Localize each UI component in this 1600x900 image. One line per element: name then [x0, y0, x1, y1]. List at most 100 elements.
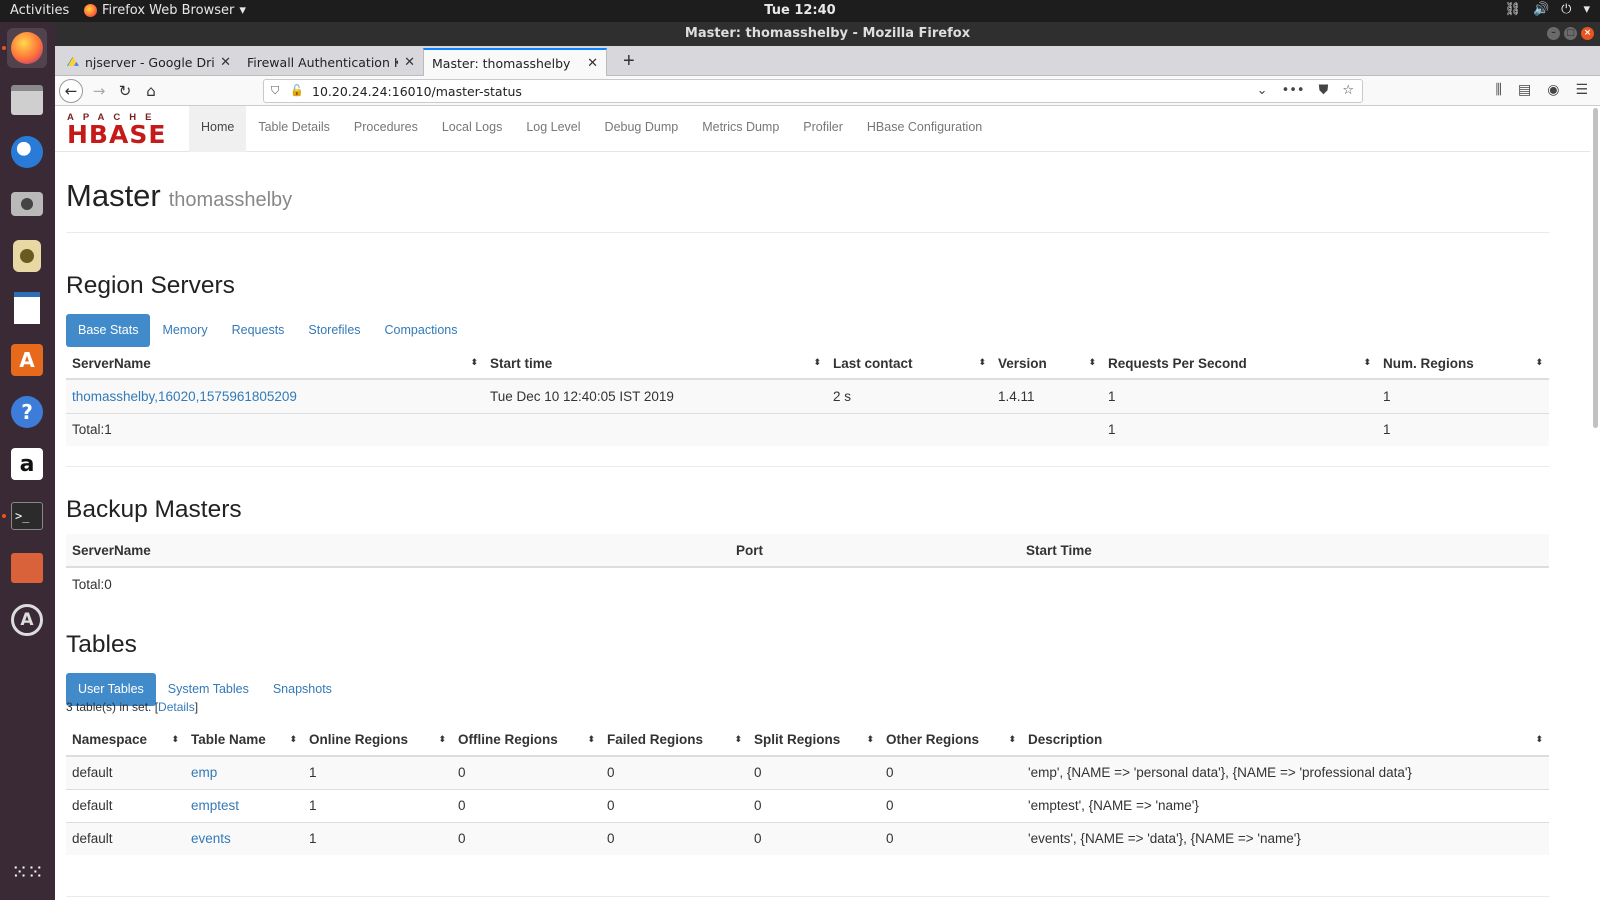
tab-snapshots[interactable]: Snapshots: [261, 673, 344, 706]
sort-icon[interactable]: ⬍: [978, 358, 986, 368]
pocket-icon[interactable]: ⛊: [1319, 83, 1329, 98]
nav-hbase-configuration[interactable]: HBase Configuration: [855, 106, 994, 152]
help-launcher[interactable]: ?: [7, 392, 47, 432]
page-actions-icon[interactable]: •••: [1282, 83, 1305, 98]
power-icon[interactable]: ⏻: [1561, 2, 1571, 17]
activities-button[interactable]: Activities: [10, 3, 69, 18]
column-header[interactable]: Offline Regions ⬍: [452, 724, 601, 757]
column-header[interactable]: ServerName ⬍: [66, 348, 484, 380]
reload-button[interactable]: ↻: [113, 79, 137, 103]
image-viewer-launcher[interactable]: [7, 548, 47, 588]
nav-debug-dump[interactable]: Debug Dump: [593, 106, 691, 152]
column-header[interactable]: Split Regions ⬍: [748, 724, 880, 757]
column-header[interactable]: Last contact ⬍: [827, 348, 992, 380]
sidebar-icon[interactable]: ▤: [1518, 82, 1531, 98]
writer-launcher[interactable]: [7, 288, 47, 328]
url-text[interactable]: 10.20.24.24:16010/master-status: [312, 84, 522, 99]
sort-icon[interactable]: ⬍: [289, 735, 297, 745]
caret-down-icon[interactable]: ▾: [1583, 2, 1590, 17]
table-name-link[interactable]: events: [191, 831, 231, 846]
url-bar[interactable]: ⛉ 🔓 10.20.24.24:16010/master-status ⌄ ••…: [263, 79, 1363, 103]
column-header[interactable]: Start time ⬍: [484, 348, 827, 380]
hbase-logo[interactable]: APACHE HBASE: [67, 112, 179, 147]
column-header[interactable]: Namespace ⬍: [66, 724, 185, 757]
nav-home[interactable]: Home: [189, 106, 247, 152]
shield-icon[interactable]: ⛉: [271, 84, 279, 98]
nav-log-level[interactable]: Log Level: [514, 106, 592, 152]
tab-google-drive[interactable]: njserver - Google Drive ✕: [59, 48, 239, 76]
software-launcher[interactable]: A: [7, 340, 47, 380]
nav-procedures[interactable]: Procedures: [342, 106, 430, 152]
insecure-lock-icon[interactable]: 🔓: [290, 84, 304, 97]
details-link[interactable]: Details: [158, 700, 195, 714]
column-header[interactable]: Table Name ⬍: [185, 724, 303, 757]
app-menu[interactable]: Firefox Web Browser ▾: [84, 3, 246, 18]
close-tab-icon[interactable]: ✕: [220, 55, 231, 70]
screenshot-launcher[interactable]: [7, 184, 47, 224]
sort-icon[interactable]: ⬍: [587, 735, 595, 745]
chevron-down-icon[interactable]: ⌄: [1257, 83, 1268, 98]
sort-icon[interactable]: ⬍: [813, 358, 821, 368]
tab-base-stats[interactable]: Base Stats: [66, 314, 151, 347]
sort-icon[interactable]: ⬍: [866, 735, 874, 745]
amazon-launcher[interactable]: a: [7, 444, 47, 484]
close-window-button[interactable]: ×: [1581, 27, 1594, 40]
table-name-link[interactable]: emp: [191, 765, 217, 780]
column-header[interactable]: Failed Regions ⬍: [601, 724, 748, 757]
nav-local-logs[interactable]: Local Logs: [430, 106, 514, 152]
region-server-link[interactable]: thomasshelby,16020,1575961805209: [72, 389, 297, 404]
back-button[interactable]: ←: [59, 79, 83, 103]
updater-launcher[interactable]: A: [7, 600, 47, 640]
page-scrollbar[interactable]: [1593, 108, 1598, 428]
nav-table-details[interactable]: Table Details: [246, 106, 342, 152]
sort-icon[interactable]: ⬍: [1088, 358, 1096, 368]
sort-icon[interactable]: ⬍: [734, 735, 742, 745]
hamburger-menu-icon[interactable]: ☰: [1575, 82, 1588, 98]
tab-requests[interactable]: Requests: [220, 314, 297, 347]
tab-master-status[interactable]: Master: thomasshelby ✕: [423, 48, 607, 76]
forward-button[interactable]: →: [87, 79, 111, 103]
close-tab-icon[interactable]: ✕: [404, 55, 415, 70]
volume-icon[interactable]: 🔊: [1533, 2, 1549, 17]
column-header[interactable]: Online Regions ⬍: [303, 724, 452, 757]
sort-icon[interactable]: ⬍: [1535, 358, 1543, 368]
column-header[interactable]: Num. Regions ⬍: [1377, 348, 1549, 380]
terminal-launcher[interactable]: >_: [7, 496, 47, 536]
window-titlebar[interactable]: Master: thomasshelby - Mozilla Firefox –…: [55, 22, 1600, 46]
tab-compactions[interactable]: Compactions: [373, 314, 470, 347]
system-tray[interactable]: ⛓ 🔊 ⏻ ▾: [1504, 2, 1590, 17]
account-icon[interactable]: ◉: [1547, 82, 1559, 98]
sort-icon[interactable]: ⬍: [1008, 735, 1016, 745]
home-button[interactable]: ⌂: [139, 79, 163, 103]
nav-profiler[interactable]: Profiler: [791, 106, 855, 152]
column-header[interactable]: Description ⬍: [1022, 724, 1549, 757]
column-header[interactable]: Requests Per Second ⬍: [1102, 348, 1377, 380]
sort-icon[interactable]: ⬍: [171, 735, 179, 745]
thunderbird-launcher[interactable]: [7, 132, 47, 172]
google-drive-icon: [67, 56, 79, 66]
show-applications-button[interactable]: ⁙⁙: [7, 852, 47, 892]
column-header[interactable]: Version ⬍: [992, 348, 1102, 380]
minimize-button[interactable]: –: [1547, 27, 1560, 40]
clock[interactable]: Tue 12:40: [764, 3, 835, 18]
sort-icon[interactable]: ⬍: [1535, 735, 1543, 745]
tab-storefiles[interactable]: Storefiles: [296, 314, 372, 347]
sort-icon[interactable]: ⬍: [438, 735, 446, 745]
close-tab-icon[interactable]: ✕: [587, 56, 598, 71]
sort-icon[interactable]: ⬍: [1363, 358, 1371, 368]
table-name-link[interactable]: emptest: [191, 798, 239, 813]
new-tab-button[interactable]: +: [623, 50, 635, 73]
tab-memory[interactable]: Memory: [150, 314, 219, 347]
network-icon[interactable]: ⛓: [1504, 2, 1521, 17]
total-row: Total:0: [66, 566, 1549, 600]
tab-firewall-auth[interactable]: Firewall Authentication Kee ✕: [239, 48, 423, 76]
sort-icon[interactable]: ⬍: [470, 358, 478, 368]
files-launcher[interactable]: [7, 80, 47, 120]
library-icon[interactable]: ⫼: [1496, 82, 1502, 98]
firefox-launcher[interactable]: [7, 28, 47, 68]
bookmark-star-icon[interactable]: ☆: [1342, 83, 1354, 98]
maximize-button[interactable]: □: [1564, 27, 1577, 40]
nav-metrics-dump[interactable]: Metrics Dump: [690, 106, 791, 152]
column-header[interactable]: Other Regions ⬍: [880, 724, 1022, 757]
rhythmbox-launcher[interactable]: [7, 236, 47, 276]
